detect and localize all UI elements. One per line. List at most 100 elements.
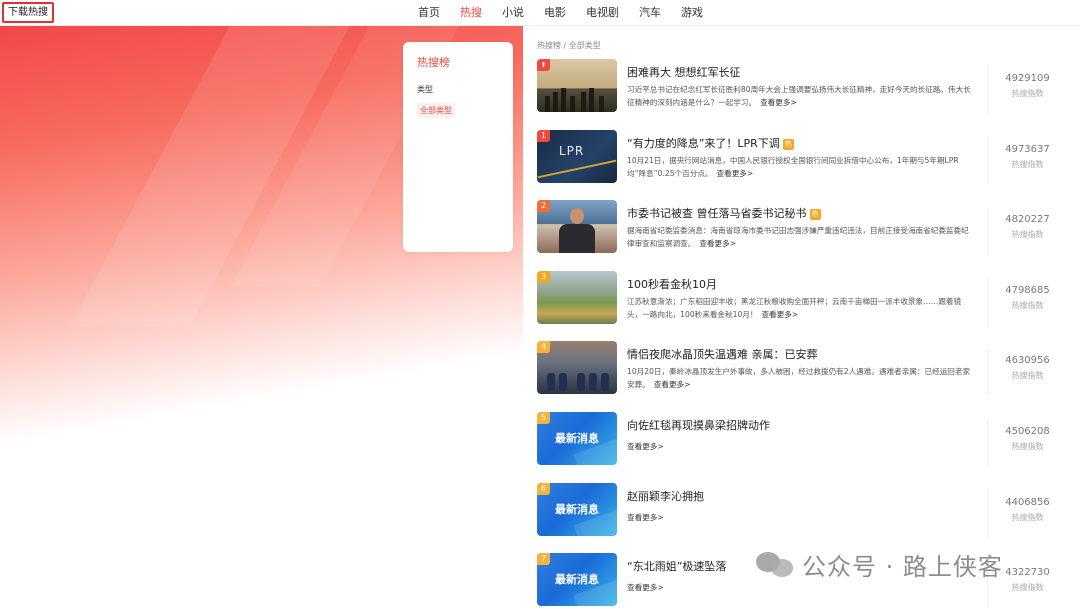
nav-item[interactable]: 热搜 [450,0,492,26]
hot-index: 4506208 热搜指数 [987,419,1067,466]
view-more-link[interactable]: 查看更多> [627,583,664,592]
item-description-text: 10月21日，据央行网站消息，中国人民银行授权全国银行间同业拆借中心公布，1年期… [627,155,959,178]
item-description: 10月21日，据央行网站消息，中国人民银行授权全国银行间同业拆借中心公布，1年期… [627,154,973,180]
hot-search-sidebar: 热搜榜 类型 全部类型 [403,42,513,252]
hot-index-label: 热搜指数 [1011,230,1044,240]
nav-item[interactable]: 电影 [534,0,576,26]
rank-badge: 3 [537,270,550,283]
item-thumbnail[interactable]: 2 [537,200,617,254]
hot-index-label: 热搜指数 [1011,512,1044,522]
item-description: 查看更多> [627,511,973,524]
view-more-link[interactable]: 查看更多> [627,513,664,522]
item-title[interactable]: “东北雨姐”极速坠落 [627,558,726,574]
nav-item[interactable]: 汽车 [629,0,671,26]
hot-index: 4406856 热搜指数 [987,490,1067,537]
item-title[interactable]: 100秒看金秋10月 [627,276,717,292]
sidebar-title: 热搜榜 [417,56,450,69]
list-item: 7 最新消息 “东北雨姐”极速坠落查看更多> 4322730 热搜指数 [537,553,1067,608]
hot-tag: 热 [782,138,794,150]
hot-index: 4973637 热搜指数 [987,137,1067,184]
nav-item[interactable]: 游戏 [671,0,713,26]
view-more-link[interactable]: 查看更多> [627,442,664,451]
item-description: 习近平总书记在纪念红军长征胜利80周年大会上强调要弘扬伟大长征精神，走好今天的长… [627,83,973,109]
type-label: 类型 [417,85,433,94]
rank-badge: 7 [537,553,550,566]
rank-badge: 1 [537,129,550,142]
hot-index-value: 4929109 [1005,73,1050,84]
list-item: 3 100秒看金秋10月江苏秋意渐浓；广东稻田迎丰收；黑龙江秋粮收购全面开秤；云南… [537,270,1067,342]
item-title-text[interactable]: “有力度的降息”来了！LPR下调 [627,137,780,150]
nav-item[interactable]: 电视剧 [576,0,629,26]
item-description: 查看更多> [627,581,973,594]
item-thumbnail[interactable]: 6 最新消息 [537,482,617,536]
item-title[interactable]: 市委书记被查 曾任落马省委书记秘书热 [627,205,821,221]
hot-index-label: 热搜指数 [1011,583,1044,593]
hot-index-value: 4820227 [1005,214,1050,226]
hot-index-label: 热搜指数 [1011,300,1044,310]
view-more-link[interactable]: 查看更多> [760,98,797,107]
rank-badge: 2 [537,200,550,213]
type-filter-all[interactable]: 全部类型 [417,103,455,118]
item-title[interactable]: 情侣夜爬冰晶顶失温遇难 亲属：已安葬 [627,346,818,362]
hot-tag: 热 [809,209,821,221]
item-title-text[interactable]: 市委书记被查 曾任落马省委书记秘书 [627,207,807,220]
hot-index-value: 4630956 [1005,355,1050,367]
item-description: 江苏秋意渐浓；广东稻田迎丰收；黑龙江秋粮收购全面开秤；云南千亩梯田一派丰收景象…… [627,295,973,321]
download-hot-search-button[interactable]: 下载热搜 [2,2,54,23]
hot-index: 4630956 热搜指数 [987,349,1067,396]
item-title-text[interactable]: “东北雨姐”极速坠落 [627,560,726,573]
hot-index: 4798685 热搜指数 [987,278,1067,325]
item-title-text[interactable]: 情侣夜爬冰晶顶失温遇难 亲属：已安葬 [627,348,818,361]
item-title[interactable]: 向佐红毯再现摸鼻梁招牌动作 [627,417,770,433]
view-more-link[interactable]: 查看更多> [717,169,754,178]
item-title-text[interactable]: 100秒看金秋10月 [627,278,717,291]
hot-search-list: ⬆ 困难再大 想想红军长征习近平总书记在纪念红军长征胜利80周年大会上强调要弘扬伟… [537,59,1067,608]
list-item: 2 市委书记被查 曾任落马省委书记秘书热据海南省纪委监委消息：海南省琼海市委书记田… [537,200,1067,271]
hot-index-value: 4798685 [1005,284,1050,296]
thumbnail-text: LPR [559,143,585,158]
list-item: 6 最新消息 赵丽颖李沁拥抱查看更多> 4406856 热搜指数 [537,482,1067,554]
list-item: ⬆ 困难再大 想想红军长征习近平总书记在纪念红军长征胜利80周年大会上强调要弘扬伟… [537,59,1067,130]
hot-index: 4322730 热搜指数 [987,561,1067,608]
nav-item[interactable]: 小说 [492,0,534,26]
item-title[interactable]: 困难再大 想想红军长征 [627,64,741,80]
view-more-link[interactable]: 查看更多> [654,380,691,389]
thumbnail-text: 最新消息 [555,431,599,445]
top-nav-bar: 下载热搜 首页 热搜 小说 电影 电视剧 汽车 游戏 [0,0,1080,26]
item-title-text[interactable]: 困难再大 想想红军长征 [627,66,741,79]
item-thumbnail[interactable]: 1 LPR [537,129,617,183]
hot-index: 4929109 热搜指数 [987,67,1067,113]
hot-search-main: 热搜榜 / 全部类型 ⬆ 困难再大 想想红军长征习近平总书记在纪念红军长征胜利80… [523,26,1080,608]
item-thumbnail[interactable]: 3 [537,270,617,324]
item-title-text[interactable]: 赵丽颖李沁拥抱 [627,490,704,503]
item-title-text[interactable]: 向佐红毯再现摸鼻梁招牌动作 [627,419,770,432]
item-title[interactable]: 赵丽颖李沁拥抱 [627,488,704,504]
item-thumbnail[interactable]: 4 [537,341,617,395]
item-description-text: 据海南省纪委监委消息：海南省琼海市委书记田志强涉嫌严重违纪违法，目前正接受海南省… [627,226,969,249]
item-thumbnail[interactable]: 7 最新消息 [537,553,617,607]
breadcrumb: 热搜榜 / 全部类型 [537,41,601,50]
main-nav: 首页 热搜 小说 电影 电视剧 汽车 游戏 [408,0,713,26]
view-more-link[interactable]: 查看更多> [761,310,798,319]
hot-index-value: 4406856 [1005,496,1050,508]
nav-item[interactable]: 首页 [408,0,450,26]
item-description: 10月20日，秦岭冰晶顶发生户外事故，多人被困，经过救援仍有2人遇难。遇难者亲属… [627,365,973,391]
item-thumbnail[interactable]: ⬆ [537,59,617,112]
list-item: 1 LPR “有力度的降息”来了！LPR下调热 10月21日，据央行网站消息，中国人民… [537,129,1067,201]
item-thumbnail[interactable]: 5 最新消息 [537,411,617,465]
pinned-badge: ⬆ [537,59,550,71]
thumbnail-text: 最新消息 [555,573,599,587]
hot-index-label: 热搜指数 [1011,89,1044,98]
hot-index-value: 4322730 [1005,567,1050,579]
hot-index-value: 4506208 [1005,425,1050,437]
item-title[interactable]: “有力度的降息”来了！LPR下调热 [627,135,794,151]
hot-index-label: 热搜指数 [1011,441,1044,451]
view-more-link[interactable]: 查看更多> [699,239,736,248]
rank-badge: 5 [537,411,550,424]
rank-badge: 6 [537,482,550,495]
item-description: 查看更多> [627,440,973,453]
hot-index-label: 热搜指数 [1011,371,1044,381]
hot-index-label: 热搜指数 [1011,159,1044,169]
list-item: 5 最新消息 向佐红毯再现摸鼻梁招牌动作查看更多> 4506208 热搜指数 [537,411,1067,483]
thumbnail-text: 最新消息 [555,502,599,516]
